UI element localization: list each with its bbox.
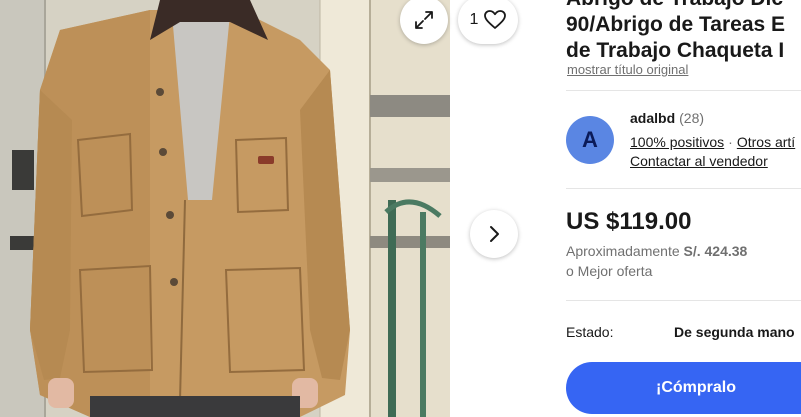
listing-title-line: Abrigo de Trabajo Dic bbox=[566, 0, 785, 12]
listing-title: Abrigo de Trabajo Dic 90/Abrigo de Tarea… bbox=[566, 0, 785, 64]
approximate-value: S/. 424.38 bbox=[683, 243, 748, 259]
separator-dot: · bbox=[728, 134, 733, 150]
approximate-price: Aproximadamente S/. 424.38 bbox=[566, 243, 747, 259]
listing-title-line: 90/Abrigo de Tareas E bbox=[566, 13, 786, 36]
seller-feedback-score: (28) bbox=[679, 110, 705, 126]
product-image-gallery[interactable] bbox=[0, 0, 450, 417]
listing-title-line: de Trabajo Chaqueta I bbox=[566, 39, 785, 62]
chevron-right-icon bbox=[490, 226, 499, 242]
seller-links-row: 100% positivos · Otros artí bbox=[630, 134, 795, 150]
watch-item-button[interactable]: 1 bbox=[458, 0, 518, 44]
divider bbox=[566, 90, 801, 91]
condition-value: De segunda mano bbox=[674, 324, 795, 340]
expand-arrows-icon bbox=[415, 11, 433, 29]
contact-seller-link[interactable]: Contactar al vendedor bbox=[630, 153, 768, 169]
seller-name-link[interactable]: adalbd bbox=[630, 110, 675, 126]
buy-now-button[interactable]: ¡Cómpralo bbox=[566, 362, 801, 414]
divider bbox=[566, 188, 801, 189]
seller-other-items-link[interactable]: Otros artí bbox=[737, 134, 795, 150]
seller-avatar[interactable]: A bbox=[566, 116, 614, 164]
watch-count: 1 bbox=[469, 11, 479, 28]
condition-label: Estado: bbox=[566, 324, 614, 340]
item-price: US $119.00 bbox=[566, 208, 692, 235]
seller-name-row: adalbd (28) bbox=[630, 110, 704, 126]
divider bbox=[566, 300, 801, 301]
heart-icon bbox=[484, 10, 507, 29]
approximate-label: Aproximadamente bbox=[566, 243, 680, 259]
next-image-button[interactable] bbox=[470, 210, 518, 258]
show-original-title-link[interactable]: mostrar título original bbox=[567, 62, 688, 77]
positive-feedback-link[interactable]: 100% positivos bbox=[630, 134, 724, 150]
product-photo bbox=[0, 0, 450, 417]
best-offer-text: o Mejor oferta bbox=[566, 263, 653, 279]
listing-details-panel: Abrigo de Trabajo Dic 90/Abrigo de Tarea… bbox=[566, 0, 801, 417]
